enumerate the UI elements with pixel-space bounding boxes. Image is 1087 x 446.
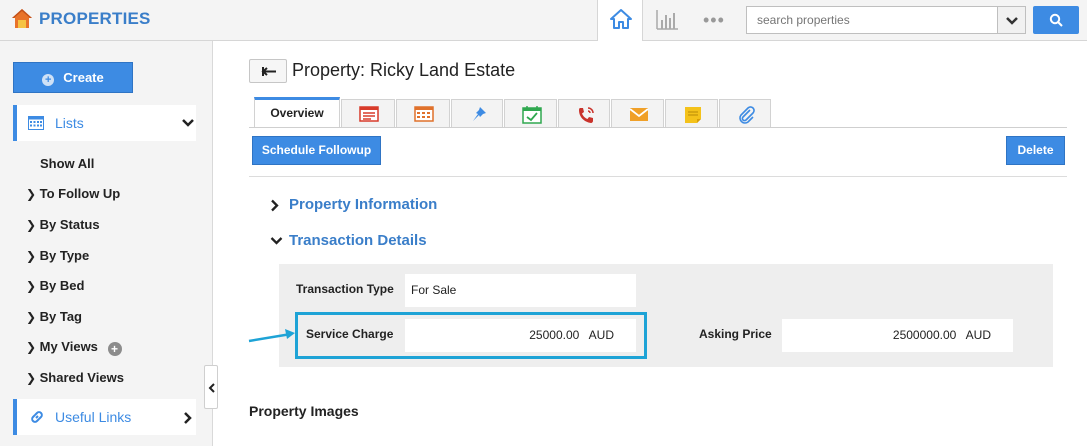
sidebar-item-by-type[interactable]: ❯ By Type: [26, 248, 89, 263]
tab-overview[interactable]: Overview: [254, 97, 340, 127]
tab-attachments[interactable]: [719, 99, 771, 128]
service-charge-highlight: [295, 312, 647, 359]
transaction-type-field[interactable]: For Sale: [405, 274, 636, 307]
asking-price-currency: AUD: [965, 328, 991, 342]
transaction-type-label: Transaction Type: [296, 282, 394, 296]
tab-calendar-check[interactable]: [504, 99, 557, 128]
sidebar: + Create Lists Show All ❯ To Follow Up ❯ …: [0, 41, 213, 446]
chevron-right-icon: [271, 199, 279, 212]
sidebar-item-my-views[interactable]: ❯ My Views +: [26, 339, 122, 356]
back-button[interactable]: [249, 59, 287, 83]
sidebar-collapse-handle[interactable]: [204, 365, 218, 409]
sidebar-item-by-tag[interactable]: ❯ By Tag: [26, 309, 82, 324]
search-icon: [1049, 13, 1063, 27]
chevron-right-icon: ❯: [26, 218, 37, 232]
chevron-right-icon: ❯: [26, 187, 37, 201]
chevron-right-icon: ❯: [26, 310, 37, 324]
useful-links-panel-header[interactable]: Useful Links: [13, 399, 196, 435]
home-icon: [610, 9, 632, 29]
plus-icon: +: [42, 74, 55, 86]
section-property-information[interactable]: Property Information: [270, 196, 437, 213]
chevron-left-icon: [208, 383, 215, 393]
property-images-heading: Property Images: [249, 403, 359, 419]
arrow-left-icon: [261, 67, 276, 76]
sidebar-item-show-all[interactable]: Show All: [40, 156, 94, 171]
list-icon: [359, 106, 379, 122]
sidebar-item-by-bed[interactable]: ❯ By Bed: [26, 278, 84, 293]
chevron-down-icon: [270, 237, 283, 245]
section-transaction-details[interactable]: Transaction Details: [270, 232, 427, 249]
delete-button[interactable]: Delete: [1006, 136, 1065, 165]
calendar-check-icon: [522, 106, 542, 124]
tab-calendar[interactable]: [396, 99, 450, 128]
tab-list[interactable]: [341, 99, 395, 128]
mail-icon: [629, 108, 649, 121]
note-icon: [685, 107, 701, 123]
chevron-down-icon: [1006, 17, 1018, 25]
annotation-arrow-icon: [248, 329, 295, 343]
sidebar-item-shared-views[interactable]: ❯ Shared Views: [26, 370, 124, 385]
asking-price-value: 2500000.00: [892, 328, 957, 342]
search-dropdown-button[interactable]: [998, 6, 1026, 34]
chevron-right-icon: ❯: [26, 279, 37, 293]
chevron-right-icon: ❯: [26, 371, 37, 385]
tab-phone[interactable]: [558, 99, 610, 128]
search-button[interactable]: [1033, 6, 1079, 34]
tab-mail[interactable]: [611, 99, 664, 128]
schedule-followup-button[interactable]: Schedule Followup: [252, 136, 381, 165]
asking-price-field[interactable]: 2500000.00 AUD: [782, 319, 1013, 352]
calendar-icon: [28, 116, 44, 130]
chevron-right-icon: ❯: [26, 249, 37, 263]
sidebar-item-to-follow-up[interactable]: ❯ To Follow Up: [26, 186, 120, 201]
tabs-divider: [249, 127, 1067, 128]
add-view-plus-icon[interactable]: +: [107, 342, 122, 356]
app-title: PROPERTIES: [39, 9, 151, 28]
tab-pin[interactable]: [451, 99, 503, 128]
create-button[interactable]: + Create: [13, 62, 133, 93]
home-nav-button[interactable]: [597, 0, 643, 41]
paperclip-icon: [739, 106, 755, 124]
chevron-right-icon: [184, 412, 192, 424]
page-title: Property: Ricky Land Estate: [292, 60, 516, 80]
bar-chart-icon[interactable]: [654, 8, 680, 32]
useful-links-label: Useful Links: [55, 409, 132, 425]
calendar-grid-icon: [414, 106, 434, 122]
properties-logo-icon: [12, 9, 32, 28]
lists-panel-header[interactable]: Lists: [13, 105, 196, 141]
chevron-right-icon: ❯: [26, 340, 37, 354]
phone-icon: [579, 107, 594, 123]
sidebar-item-by-status[interactable]: ❯ By Status: [26, 217, 100, 232]
search-input[interactable]: [746, 6, 998, 34]
asking-price-label: Asking Price: [699, 327, 772, 341]
link-icon: [31, 411, 43, 423]
top-bar: PROPERTIES •••: [0, 0, 1087, 41]
more-options-icon[interactable]: •••: [703, 10, 725, 31]
tab-note[interactable]: [665, 99, 718, 128]
actions-divider: [249, 176, 1067, 177]
lists-label: Lists: [55, 115, 84, 131]
pin-icon: [473, 107, 486, 121]
chevron-down-icon: [182, 119, 194, 127]
